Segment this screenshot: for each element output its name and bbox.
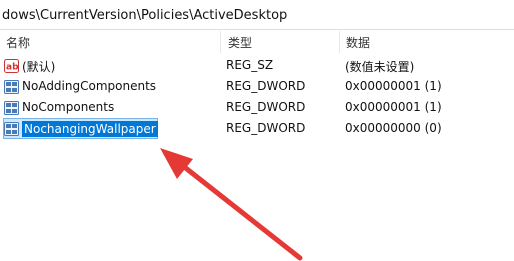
list-item[interactable]: ab (默认) REG_SZ (数值未设置) xyxy=(0,56,514,76)
value-type: REG_DWORD xyxy=(226,121,306,135)
svg-text:ab: ab xyxy=(6,63,19,73)
dword-value-icon xyxy=(4,122,19,136)
column-separator[interactable] xyxy=(339,31,340,53)
column-header-data[interactable]: 数据 xyxy=(346,34,370,51)
dword-value-icon xyxy=(4,80,19,94)
value-name[interactable]: NochangingWallpaper xyxy=(22,121,158,137)
value-data: 0x00000001 (1) xyxy=(345,100,442,114)
address-bar[interactable]: dows\CurrentVersion\Policies\ActiveDeskt… xyxy=(0,0,514,30)
column-header-name[interactable]: 名称 xyxy=(6,34,30,51)
dword-value-icon xyxy=(4,101,19,115)
list-item-selected[interactable]: NochangingWallpaper REG_DWORD 0x00000000… xyxy=(0,119,514,139)
value-data: (数值未设置) xyxy=(345,60,415,74)
value-data: 0x00000000 (0) xyxy=(345,121,442,135)
string-value-icon: ab xyxy=(4,59,19,73)
column-header-type[interactable]: 类型 xyxy=(228,34,252,51)
column-separator[interactable] xyxy=(220,31,221,53)
list-header: 名称 类型 数据 xyxy=(0,31,514,53)
value-type: REG_DWORD xyxy=(226,100,306,114)
value-data: 0x00000001 (1) xyxy=(345,79,442,93)
value-type: REG_DWORD xyxy=(226,79,306,93)
list-item[interactable]: NoAddingComponents REG_DWORD 0x00000001 … xyxy=(0,77,514,97)
value-type: REG_SZ xyxy=(226,58,274,72)
list-item[interactable]: NoComponents REG_DWORD 0x00000001 (1) xyxy=(0,98,514,118)
value-name: NoComponents xyxy=(22,100,115,114)
value-name: NoAddingComponents xyxy=(22,79,157,93)
address-path[interactable]: dows\CurrentVersion\Policies\ActiveDeskt… xyxy=(2,8,287,23)
value-name: (默认) xyxy=(22,60,56,74)
